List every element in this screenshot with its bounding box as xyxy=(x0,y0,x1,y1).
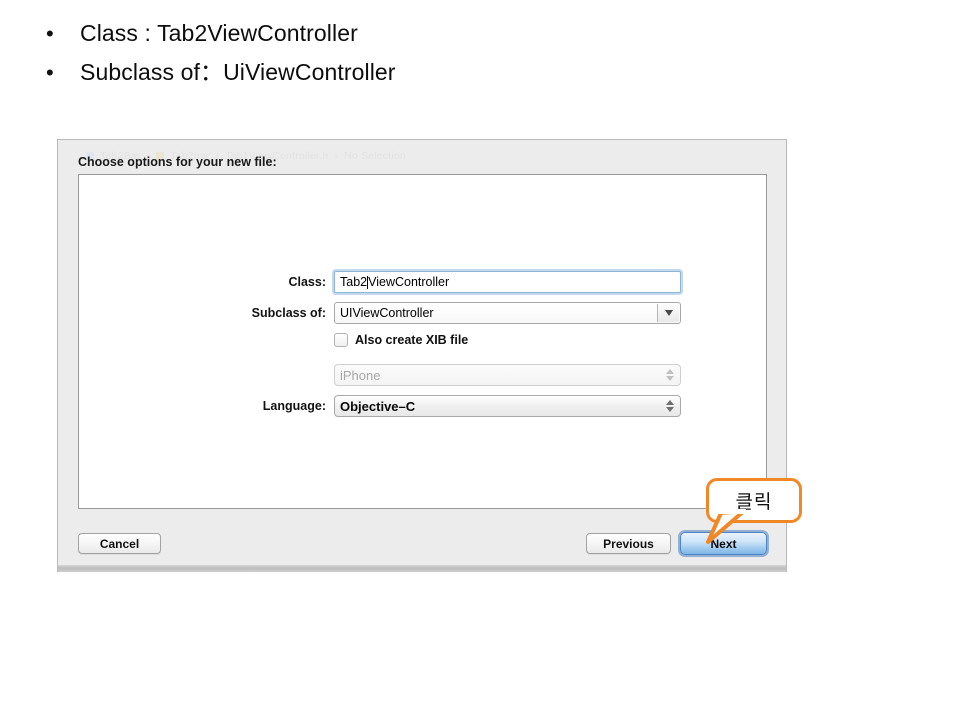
breadcrumb-item-3: No Selection xyxy=(344,150,406,162)
dialog-title: Choose options for your new file: xyxy=(78,155,277,169)
dialog-content-panel: Class: Tab2ViewController Subclass of: U… xyxy=(78,174,767,509)
class-input-text-before-caret: Tab2 xyxy=(340,275,367,289)
bullet-text: Class : Tab2ViewController xyxy=(80,20,358,47)
stepper-icon xyxy=(666,369,674,381)
language-field-wrap: Objective–C xyxy=(334,395,681,417)
list-item: • Class : Tab2ViewController xyxy=(46,20,746,47)
text-caret xyxy=(367,276,368,289)
class-field-wrap: Tab2ViewController xyxy=(334,271,681,293)
new-file-options-form: Class: Tab2ViewController Subclass of: U… xyxy=(79,271,766,426)
previous-button[interactable]: Previous xyxy=(586,533,671,554)
xib-checkbox-label: Also create XIB file xyxy=(355,333,468,347)
subclass-label: Subclass of: xyxy=(79,306,334,320)
breadcrumb-separator: › xyxy=(334,150,338,162)
stepper-icon[interactable] xyxy=(666,400,674,412)
form-row-class: Class: Tab2ViewController xyxy=(79,271,766,293)
class-input-text-after-caret: ViewController xyxy=(368,275,449,289)
class-input[interactable]: Tab2ViewController xyxy=(334,271,681,293)
new-file-options-dialog: Tab2Bar › Tab2bar › Tab1ViewController.h… xyxy=(57,139,787,572)
device-select-value: iPhone xyxy=(340,368,380,383)
chevron-down-glyph xyxy=(665,310,673,316)
xib-checkbox[interactable] xyxy=(334,333,348,347)
class-label: Class: xyxy=(79,275,334,289)
form-row-xib: Also create XIB file xyxy=(79,333,766,355)
list-item: • Subclass of：UiViewController xyxy=(46,53,746,87)
language-label: Language: xyxy=(79,399,334,413)
language-select[interactable]: Objective–C xyxy=(334,395,681,417)
chevron-down-glyph xyxy=(666,376,674,381)
chevron-up-glyph xyxy=(666,369,674,374)
bullet-marker-icon: • xyxy=(46,23,80,45)
bullet-marker-icon: • xyxy=(46,62,80,84)
chevron-down-icon[interactable] xyxy=(657,304,679,322)
chevron-up-glyph xyxy=(666,400,674,405)
callout-tail-icon xyxy=(700,509,746,545)
language-select-value: Objective–C xyxy=(340,399,415,414)
subclass-field-wrap: UIViewController xyxy=(334,302,681,324)
device-select: iPhone xyxy=(334,364,681,386)
chevron-down-glyph xyxy=(666,407,674,412)
xib-field-wrap: Also create XIB file xyxy=(334,333,681,355)
form-row-device: iPhone xyxy=(79,364,766,386)
subclass-combobox-value: UIViewController xyxy=(340,306,434,320)
cancel-button[interactable]: Cancel xyxy=(78,533,161,554)
xib-checkbox-row[interactable]: Also create XIB file xyxy=(334,333,681,347)
dialog-bottom-shadow xyxy=(57,565,787,572)
slide-bullet-list: • Class : Tab2ViewController • Subclass … xyxy=(46,20,746,93)
form-row-subclass: Subclass of: UIViewController xyxy=(79,302,766,324)
device-field-wrap: iPhone xyxy=(334,364,681,386)
form-row-language: Language: Objective–C xyxy=(79,395,766,417)
bullet-text: Subclass of：UiViewController xyxy=(80,53,396,87)
subclass-combobox[interactable]: UIViewController xyxy=(334,302,681,324)
